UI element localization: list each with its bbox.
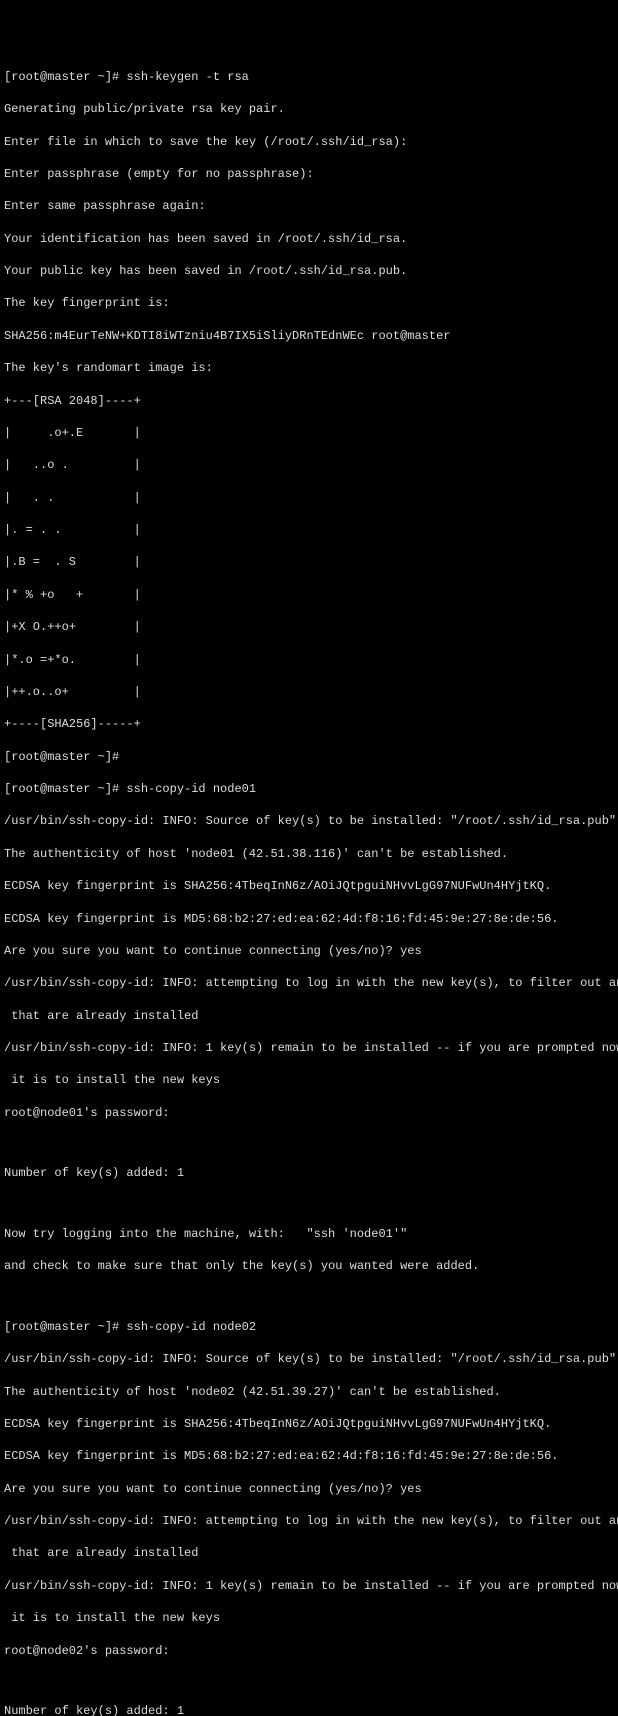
output-line: The key's randomart image is: xyxy=(4,360,614,376)
randomart-line: | .o+.E | xyxy=(4,425,614,441)
randomart-line: |.B = . S | xyxy=(4,554,614,570)
output-line: /usr/bin/ssh-copy-id: INFO: attempting t… xyxy=(4,975,614,991)
output-line: root@node01's password: xyxy=(4,1105,614,1121)
output-line: it is to install the new keys xyxy=(4,1072,614,1088)
output-line: Now try logging into the machine, with: … xyxy=(4,1226,614,1242)
output-line: The authenticity of host 'node01 (42.51.… xyxy=(4,846,614,862)
randomart-line: +---[RSA 2048]----+ xyxy=(4,393,614,409)
output-line: ECDSA key fingerprint is SHA256:4TbeqInN… xyxy=(4,878,614,894)
randomart-line: | ..o . | xyxy=(4,457,614,473)
output-line: and check to make sure that only the key… xyxy=(4,1258,614,1274)
output-line: root@node02's password: xyxy=(4,1643,614,1659)
randomart-line: | . . | xyxy=(4,490,614,506)
shell-prompt: [root@master ~]# xyxy=(4,1320,119,1334)
output-line: ECDSA key fingerprint is MD5:68:b2:27:ed… xyxy=(4,911,614,927)
output-line: ECDSA key fingerprint is MD5:68:b2:27:ed… xyxy=(4,1448,614,1464)
shell-prompt: [root@master ~]# xyxy=(4,70,119,84)
terminal-output[interactable]: [root@master ~]# ssh-keygen -t rsa Gener… xyxy=(4,53,614,1716)
output-line: Enter passphrase (empty for no passphras… xyxy=(4,166,614,182)
output-line: Number of key(s) added: 1 xyxy=(4,1165,614,1181)
output-line: Generating public/private rsa key pair. xyxy=(4,101,614,117)
output-line: Number of key(s) added: 1 xyxy=(4,1703,614,1716)
output-line: Enter file in which to save the key (/ro… xyxy=(4,134,614,150)
output-line: Enter same passphrase again: xyxy=(4,198,614,214)
output-line: /usr/bin/ssh-copy-id: INFO: attempting t… xyxy=(4,1513,614,1529)
output-line: that are already installed xyxy=(4,1008,614,1024)
output-line xyxy=(4,1675,614,1687)
randomart-line: |++.o..o+ | xyxy=(4,684,614,700)
output-line: Your identification has been saved in /r… xyxy=(4,231,614,247)
shell-prompt: [root@master ~]# xyxy=(4,750,119,764)
output-line: ECDSA key fingerprint is SHA256:4TbeqInN… xyxy=(4,1416,614,1432)
output-line: Are you sure you want to continue connec… xyxy=(4,943,614,959)
command-ssh-keygen: ssh-keygen -t rsa xyxy=(126,70,248,84)
output-line xyxy=(4,1291,614,1303)
randomart-line: |* % +o + | xyxy=(4,587,614,603)
command-ssh-copy-id-node02: ssh-copy-id node02 xyxy=(126,1320,256,1334)
output-line: /usr/bin/ssh-copy-id: INFO: Source of ke… xyxy=(4,1351,614,1367)
randomart-line: +----[SHA256]-----+ xyxy=(4,716,614,732)
output-line: /usr/bin/ssh-copy-id: INFO: 1 key(s) rem… xyxy=(4,1578,614,1594)
output-line: Your public key has been saved in /root/… xyxy=(4,263,614,279)
command-ssh-copy-id-node01: ssh-copy-id node01 xyxy=(126,782,256,796)
output-line: The authenticity of host 'node02 (42.51.… xyxy=(4,1384,614,1400)
output-line: that are already installed xyxy=(4,1545,614,1561)
output-line xyxy=(4,1198,614,1210)
randomart-line: |*.o =+*o. | xyxy=(4,652,614,668)
randomart-line: |+X O.++o+ | xyxy=(4,619,614,635)
output-line: The key fingerprint is: xyxy=(4,295,614,311)
output-line xyxy=(4,1137,614,1149)
output-line: Are you sure you want to continue connec… xyxy=(4,1481,614,1497)
output-line: SHA256:m4EurTeNW+KDTI8iWTzniu4B7IX5iSliy… xyxy=(4,328,614,344)
shell-prompt: [root@master ~]# xyxy=(4,782,119,796)
output-line: /usr/bin/ssh-copy-id: INFO: Source of ke… xyxy=(4,813,614,829)
output-line: /usr/bin/ssh-copy-id: INFO: 1 key(s) rem… xyxy=(4,1040,614,1056)
randomart-line: |. = . . | xyxy=(4,522,614,538)
output-line: it is to install the new keys xyxy=(4,1610,614,1626)
